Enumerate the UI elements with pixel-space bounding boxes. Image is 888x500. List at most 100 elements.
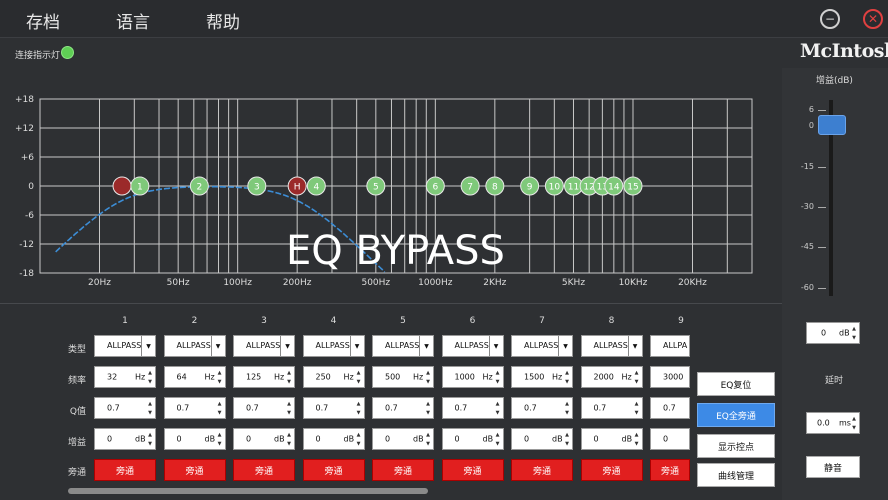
eq-band-node-6[interactable]: 6 (425, 176, 445, 196)
gain-input[interactable]: 0dB▲▼ (372, 428, 434, 450)
spin-arrows-icon[interactable]: ▲ ▼ (285, 368, 293, 386)
gain-input[interactable]: 0dB▲▼ (233, 428, 295, 450)
spin-arrows-icon[interactable]: ▲ ▼ (146, 430, 154, 448)
eq-bypass-all-button[interactable]: EQ全旁通 (697, 403, 775, 427)
close-button[interactable]: ✕ (863, 9, 883, 29)
eq-band-node-14[interactable]: 14 (604, 176, 624, 196)
frequency-input[interactable]: 2000 Hz ▲ ▼ (580, 366, 643, 388)
frequency-input[interactable]: 125 Hz ▲ ▼ (233, 366, 295, 388)
gain-input[interactable]: 0dB▲▼ (94, 428, 156, 450)
eq-band-node-8[interactable]: 8 (485, 176, 505, 196)
menu-help[interactable]: 帮助 (206, 8, 240, 33)
filter-type-select[interactable]: ALLPASS ▼ (94, 335, 156, 357)
spin-arrows-icon[interactable]: ▲ ▼ (633, 430, 641, 448)
eq-band-node-5[interactable]: 5 (366, 176, 386, 196)
bypass-button[interactable]: 旁通 (511, 459, 573, 481)
curve-manager-button[interactable]: 曲线管理 (697, 463, 775, 487)
q-input[interactable]: 0.7▲▼ (163, 397, 226, 419)
spin-arrows-icon[interactable]: ▲ ▼ (146, 399, 154, 417)
gain-input[interactable]: 0dB▲▼ (650, 428, 690, 450)
filter-type-select[interactable]: ALLPASS ▼ (233, 335, 295, 357)
spin-arrows-icon[interactable]: ▲ ▼ (355, 368, 363, 386)
frequency-input[interactable]: 250 Hz ▲ ▼ (302, 366, 365, 388)
spin-arrows-icon[interactable]: ▲ ▼ (285, 399, 293, 417)
filter-type-select[interactable]: ALLPA▼ (650, 335, 690, 357)
q-input[interactable]: 0.7▲▼ (580, 397, 643, 419)
minimize-button[interactable]: − (820, 9, 840, 29)
bypass-button[interactable]: 旁通 (580, 459, 643, 481)
eq-band-node-3[interactable]: 3 (247, 176, 267, 196)
eq-band-node-10[interactable]: 10 (544, 176, 564, 196)
menu-language[interactable]: 语言 (116, 8, 150, 33)
spin-arrows-icon[interactable]: ▲ ▼ (146, 368, 154, 386)
q-input[interactable]: 0.7▲▼ (233, 397, 295, 419)
q-input[interactable]: 0.7▲▼ (650, 397, 690, 419)
show-nodes-button[interactable]: 显示控点 (697, 434, 775, 458)
eq-band-node-2[interactable]: 2 (189, 176, 209, 196)
menu-file[interactable]: 存档 (26, 8, 60, 33)
q-input[interactable]: 0.7▲▼ (441, 397, 504, 419)
filter-type-select[interactable]: ALLPASS ▼ (511, 335, 573, 357)
gain-input[interactable]: 0dB▲▼ (163, 428, 226, 450)
horizontal-scrollbar[interactable] (68, 488, 428, 494)
bypass-button[interactable]: 旁通 (302, 459, 365, 481)
gain-input[interactable]: 0dB▲▼ (580, 428, 643, 450)
bypass-button[interactable]: 旁通 (441, 459, 504, 481)
spin-arrows-icon[interactable]: ▲ ▼ (850, 414, 858, 432)
eq-band-node-1[interactable]: 1 (130, 176, 150, 196)
spin-arrows-icon[interactable]: ▲ ▼ (633, 399, 641, 417)
filter-type-select[interactable]: ALLPASS ▼ (580, 335, 643, 357)
q-input[interactable]: 0.7▲▼ (302, 397, 365, 419)
spin-arrows-icon[interactable]: ▲ ▼ (216, 430, 224, 448)
crossover-low-handle[interactable] (112, 176, 132, 196)
spin-arrows-icon[interactable]: ▲ ▼ (563, 368, 571, 386)
bypass-button[interactable]: 旁通 (650, 459, 690, 481)
spin-arrows-icon[interactable]: ▲ ▼ (563, 399, 571, 417)
frequency-input[interactable]: 1500 Hz ▲ ▼ (511, 366, 573, 388)
eq-band-node-4[interactable]: 4 (306, 176, 326, 196)
q-input[interactable]: 0.7▲▼ (94, 397, 156, 419)
eq-band-node-7[interactable]: 7 (460, 176, 480, 196)
spin-arrows-icon[interactable]: ▲ ▼ (424, 399, 432, 417)
master-gain-input[interactable]: 0 dB ▲ ▼ (806, 322, 860, 344)
eq-band-node-15[interactable]: 15 (623, 176, 643, 196)
spin-arrows-icon[interactable]: ▲ ▼ (494, 368, 502, 386)
spin-arrows-icon[interactable]: ▲ ▼ (216, 368, 224, 386)
filter-type-select[interactable]: ALLPASS ▼ (302, 335, 365, 357)
filter-type-select[interactable]: ALLPASS ▼ (372, 335, 434, 357)
crossover-high-handle[interactable]: H (287, 176, 307, 196)
delay-input[interactable]: 0.0 ms ▲ ▼ (806, 412, 860, 434)
spin-arrows-icon[interactable]: ▲ ▼ (355, 399, 363, 417)
bypass-button[interactable]: 旁通 (233, 459, 295, 481)
spin-arrows-icon[interactable]: ▲ ▼ (850, 324, 858, 342)
gain-slider-thumb[interactable] (818, 115, 846, 135)
spin-arrows-icon[interactable]: ▲ ▼ (563, 430, 571, 448)
spin-arrows-icon[interactable]: ▲ ▼ (285, 430, 293, 448)
spin-arrows-icon[interactable]: ▲ ▼ (633, 368, 641, 386)
spin-arrows-icon[interactable]: ▲ ▼ (424, 368, 432, 386)
q-input[interactable]: 0.7▲▼ (511, 397, 573, 419)
spin-arrows-icon[interactable]: ▲ ▼ (216, 399, 224, 417)
gain-input[interactable]: 0dB▲▼ (511, 428, 573, 450)
eq-band-node-9[interactable]: 9 (520, 176, 540, 196)
spin-arrows-icon[interactable]: ▲ ▼ (424, 430, 432, 448)
spin-arrows-icon[interactable]: ▲ ▼ (355, 430, 363, 448)
spin-arrows-icon[interactable]: ▲ ▼ (494, 430, 502, 448)
gain-input[interactable]: 0dB▲▼ (441, 428, 504, 450)
bypass-button[interactable]: 旁通 (163, 459, 226, 481)
frequency-input[interactable]: 500 Hz ▲ ▼ (372, 366, 434, 388)
frequency-input[interactable]: 3000Hz▲▼ (650, 366, 690, 388)
q-input[interactable]: 0.7▲▼ (372, 397, 434, 419)
brand-logo: McIntosh (800, 40, 888, 62)
filter-type-select[interactable]: ALLPASS ▼ (163, 335, 226, 357)
spin-arrows-icon[interactable]: ▲ ▼ (494, 399, 502, 417)
gain-input[interactable]: 0dB▲▼ (302, 428, 365, 450)
bypass-button[interactable]: 旁通 (94, 459, 156, 481)
frequency-input[interactable]: 1000 Hz ▲ ▼ (441, 366, 504, 388)
filter-type-select[interactable]: ALLPASS ▼ (441, 335, 504, 357)
frequency-input[interactable]: 64 Hz ▲ ▼ (163, 366, 226, 388)
mute-button[interactable]: 静音 (806, 456, 860, 478)
eq-reset-button[interactable]: EQ复位 (697, 372, 775, 396)
frequency-input[interactable]: 32 Hz ▲ ▼ (94, 366, 156, 388)
bypass-button[interactable]: 旁通 (372, 459, 434, 481)
